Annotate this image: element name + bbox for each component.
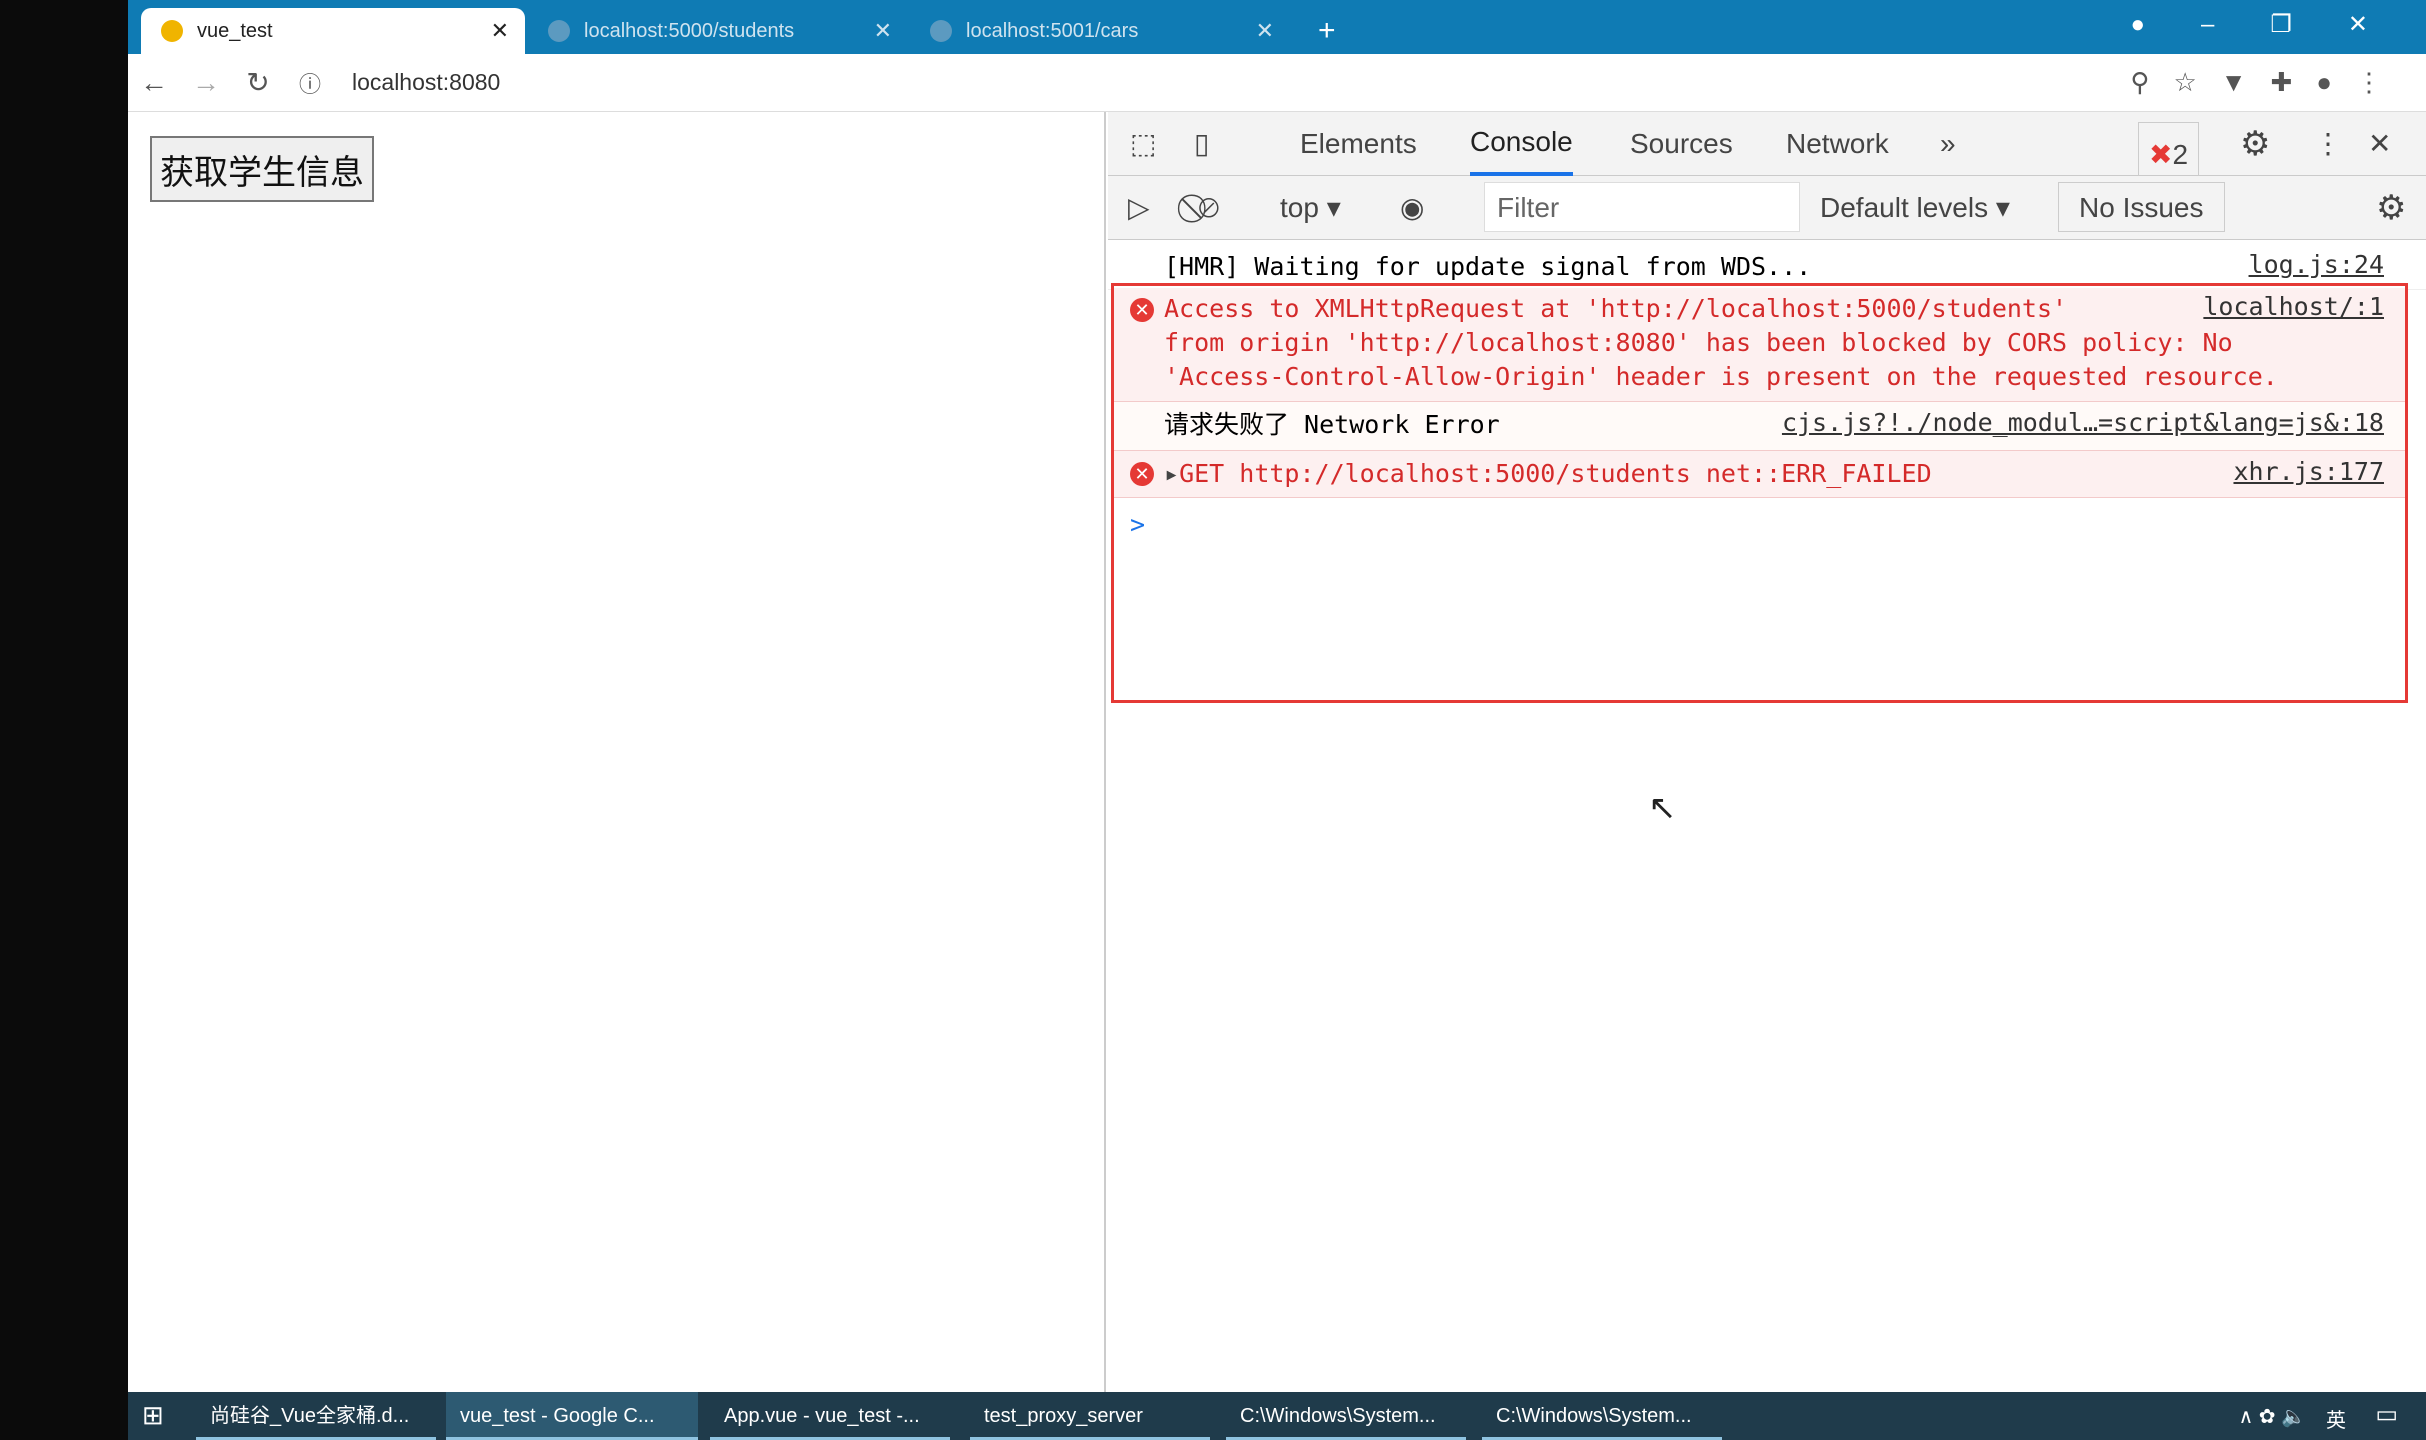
tab-title: vue_test <box>197 19 273 42</box>
windows-taskbar: ⊞ 尚硅谷_Vue全家桶.d... vue_test - Google C...… <box>128 1392 2426 1440</box>
mouse-cursor-icon: ↖ <box>1648 789 1677 827</box>
eye-icon[interactable]: ◉ <box>1400 176 1424 240</box>
log-levels-select[interactable]: Default levels ▾ <box>1820 176 2010 240</box>
filter-input[interactable]: Filter <box>1484 182 1800 232</box>
window-controls[interactable]: ●–❐✕ <box>2131 10 2424 39</box>
tab-sources[interactable]: Sources <box>1630 112 1733 176</box>
source-link[interactable]: localhost/:1 <box>2203 292 2384 321</box>
close-tab-icon[interactable]: ✕ <box>874 18 892 44</box>
taskbar-item[interactable]: vue_test - Google C... <box>446 1392 698 1440</box>
tab-console[interactable]: Console <box>1470 112 1573 176</box>
favicon-icon <box>161 20 183 42</box>
tab-students[interactable]: localhost:5000/students ✕ <box>528 8 908 54</box>
source-link[interactable]: log.js:24 <box>2249 250 2384 279</box>
kebab-menu-icon[interactable]: ⋮ <box>2314 112 2342 176</box>
close-devtools-icon[interactable]: ✕ <box>2368 112 2391 176</box>
address-bar-row: ← → ↻ ⓘ localhost:8080 ⚲☆▼✚●⋮ <box>128 54 2426 112</box>
ime-indicator[interactable]: 英 <box>2326 1404 2346 1433</box>
tab-title: localhost:5001/cars <box>966 19 1139 42</box>
taskbar-item[interactable]: C:\Windows\System... <box>1226 1392 1466 1440</box>
error-icon: ✕ <box>1130 462 1154 486</box>
settings-icon[interactable]: ⚙ <box>2240 112 2270 176</box>
tab-vue-test[interactable]: vue_test ✕ <box>141 8 525 54</box>
get-students-button[interactable]: 获取学生信息 <box>150 136 374 202</box>
device-toggle-icon[interactable]: ▯ <box>1194 112 1209 176</box>
source-link[interactable]: cjs.js?!./node_modul…=script&lang=js&:18 <box>1782 408 2384 437</box>
back-icon[interactable]: ← <box>128 67 180 99</box>
console-toolbar: ▷ ⃠⊘ top ▾ ◉ Filter Default levels ▾ No … <box>1108 176 2426 240</box>
info-icon[interactable]: ⓘ <box>284 67 336 99</box>
taskbar-item[interactable]: App.vue - vue_test -... <box>710 1392 950 1440</box>
devtools-panel: ⬚ ▯ Elements Console Sources Network » ✖… <box>1108 112 2426 1392</box>
devtools-tabs-bar: ⬚ ▯ Elements Console Sources Network » ✖… <box>1108 112 2426 188</box>
toolbar-icons[interactable]: ⚲☆▼✚●⋮ <box>2130 67 2406 98</box>
taskbar-item[interactable]: test_proxy_server <box>970 1392 1210 1440</box>
taskbar-item[interactable]: C:\Windows\System... <box>1482 1392 1722 1440</box>
windows-start-icon[interactable]: ⊞ <box>142 1400 164 1431</box>
forward-icon[interactable]: → <box>180 67 232 99</box>
source-link[interactable]: xhr.js:177 <box>2233 457 2384 486</box>
page-content: 获取学生信息 <box>128 112 1106 1392</box>
context-select[interactable]: top ▾ <box>1280 176 1341 240</box>
console-error[interactable]: ✕ ▸GET http://localhost:5000/students ne… <box>1114 450 2405 498</box>
console-settings-icon[interactable]: ⚙ <box>2376 176 2406 240</box>
close-tab-icon[interactable]: ✕ <box>491 18 509 44</box>
error-icon: ✖ <box>2149 139 2173 170</box>
tab-title: localhost:5000/students <box>584 19 795 42</box>
more-tabs-icon[interactable]: » <box>1940 112 1956 176</box>
expand-triangle-icon[interactable]: ▸ <box>1164 459 1179 488</box>
console-prompt[interactable]: > <box>1130 508 1145 542</box>
reload-icon[interactable]: ↻ <box>232 66 284 99</box>
globe-icon <box>548 20 570 42</box>
notification-icon[interactable]: ▭ <box>2375 1400 2398 1429</box>
clear-console-icon[interactable]: ⃠⊘ <box>1198 176 1220 240</box>
system-tray-icons[interactable]: ∧ ✿ 🔈 <box>2239 1404 2306 1429</box>
browser-tab-bar: vue_test ✕ localhost:5000/students ✕ loc… <box>128 0 2426 54</box>
tab-cars[interactable]: localhost:5001/cars ✕ <box>910 8 1290 54</box>
console-message: 请求失败了 Network Error cjs.js?!./node_modul… <box>1114 402 2405 450</box>
issues-button[interactable]: No Issues <box>2058 182 2225 232</box>
new-tab-button[interactable]: + <box>1298 8 1356 54</box>
inspect-icon[interactable]: ⬚ <box>1130 112 1156 176</box>
url-input[interactable]: localhost:8080 <box>352 69 500 96</box>
taskbar-item[interactable]: 尚硅谷_Vue全家桶.d... <box>196 1392 436 1440</box>
tab-network[interactable]: Network <box>1786 112 1889 176</box>
sidebar-toggle-icon[interactable]: ▷ <box>1128 176 1150 240</box>
tab-elements[interactable]: Elements <box>1300 112 1417 176</box>
close-tab-icon[interactable]: ✕ <box>1256 18 1274 44</box>
console-error: ✕ Access to XMLHttpRequest at 'http://lo… <box>1114 288 2405 402</box>
globe-icon <box>930 20 952 42</box>
left-black-strip <box>0 0 128 1440</box>
error-icon: ✕ <box>1130 298 1154 322</box>
